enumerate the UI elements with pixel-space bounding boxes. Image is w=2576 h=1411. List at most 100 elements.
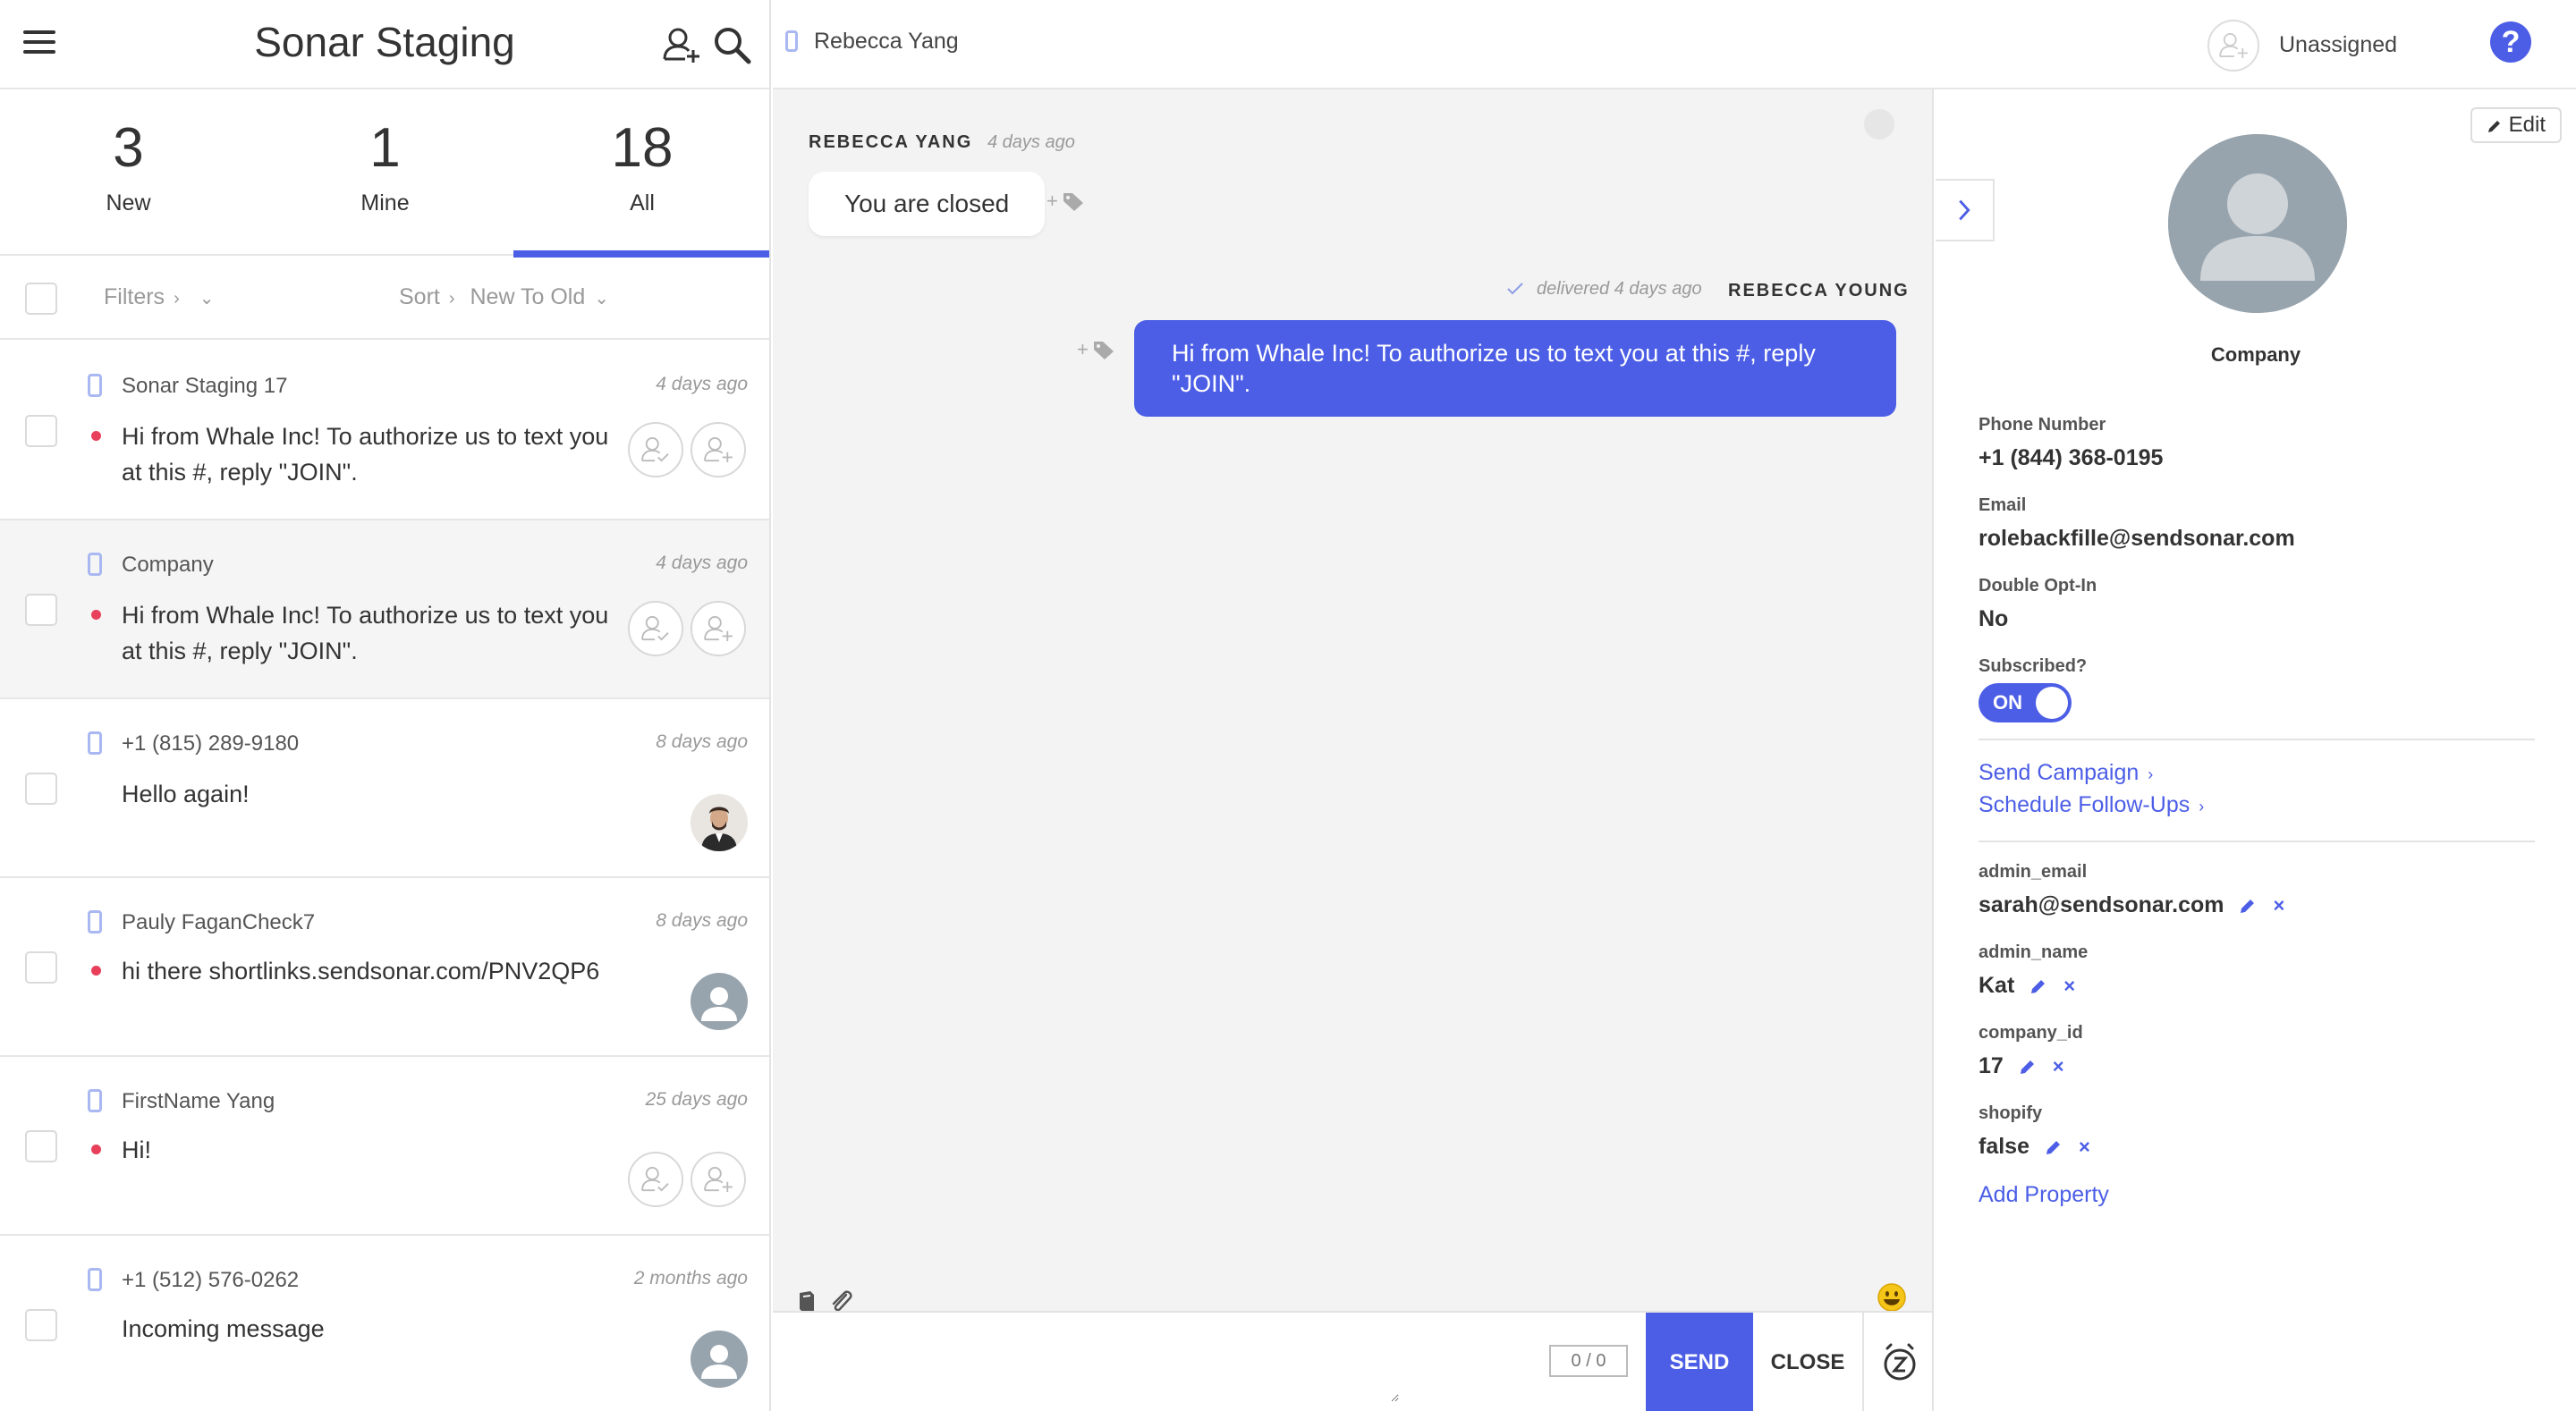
- assign-user-icon[interactable]: [691, 422, 746, 477]
- assign-to-me-icon[interactable]: [628, 422, 683, 477]
- conversation-name: +1 (512) 576-0262: [122, 1268, 300, 1292]
- subscribed-label: Subscribed?: [1979, 656, 2088, 676]
- conversation-preview: Hello again!: [122, 781, 250, 807]
- edit-pencil-icon[interactable]: [2045, 1138, 2063, 1156]
- send-campaign-link[interactable]: Send Campaign ›: [1979, 760, 2153, 786]
- tab-all-label: All: [630, 190, 655, 215]
- conversation-name: Pauly FaganCheck7: [122, 910, 316, 934]
- incoming-time: 4 days ago: [987, 132, 1075, 152]
- add-tag-plus: +: [1046, 190, 1058, 212]
- chevron-right-icon[interactable]: [1936, 179, 1995, 241]
- conversation-name: Company: [122, 553, 214, 577]
- sidebar-header: Sonar Staging: [0, 0, 769, 89]
- delete-x-icon[interactable]: ×: [2079, 1136, 2090, 1159]
- delete-x-icon[interactable]: ×: [2063, 975, 2075, 998]
- tab-all[interactable]: 18 All: [513, 89, 769, 258]
- add-tag-button[interactable]: +: [1077, 338, 1115, 361]
- help-button[interactable]: ?: [2490, 21, 2531, 63]
- conversation-preview: Hi from Whale Inc! To authorize us to te…: [122, 423, 609, 486]
- contact-header: Rebecca Yang: [785, 29, 959, 55]
- app-title: Sonar Staging: [254, 19, 515, 65]
- property-row: sarah@sendsonar.com ×: [1979, 892, 2284, 918]
- default-avatar-icon: [691, 1331, 748, 1388]
- unread-indicator: [91, 610, 101, 620]
- outgoing-sender: REBECCA YOUNG: [1728, 281, 1910, 300]
- row-checkbox[interactable]: [25, 1130, 57, 1162]
- property-row: Kat ×: [1979, 973, 2075, 999]
- conversation-name: FirstName Yang: [122, 1089, 275, 1113]
- assign-to-me-icon[interactable]: [628, 1152, 683, 1207]
- add-tag-button[interactable]: +: [1046, 190, 1085, 213]
- chat-thread: REBECCA YANG 4 days ago You are closed +…: [773, 89, 1932, 1411]
- list-item[interactable]: Pauly FaganCheck7 8 days ago hi there sh…: [0, 878, 769, 1057]
- edit-pencil-icon[interactable]: [2239, 897, 2257, 915]
- conversation-preview: Hi!: [122, 1136, 151, 1163]
- conversation-time: 4 days ago: [656, 374, 748, 394]
- menu-icon[interactable]: [23, 30, 55, 57]
- conversation-time: 2 months ago: [633, 1268, 748, 1288]
- conversation-header: Rebecca Yang Unassigned ?: [773, 0, 2576, 89]
- sort-dropdown[interactable]: Sort › New To Old ⌄: [399, 284, 609, 310]
- contact-company: Company: [2210, 343, 2301, 366]
- row-checkbox[interactable]: [25, 415, 57, 447]
- phone-icon: [88, 731, 102, 755]
- conversation-sidebar: Sonar Staging 3 New 1 Mine 18 All Filter…: [0, 0, 771, 1411]
- property-key: admin_email: [1979, 862, 2088, 882]
- row-checkbox[interactable]: [25, 951, 57, 984]
- send-button[interactable]: SEND: [1646, 1313, 1753, 1411]
- tab-mine[interactable]: 1 Mine: [257, 89, 513, 256]
- delete-x-icon[interactable]: ×: [2053, 1055, 2064, 1078]
- property-value: 17: [1979, 1053, 2004, 1078]
- chevron-right-icon: ›: [2199, 798, 2205, 815]
- filters-dropdown[interactable]: Filters › ⌄: [104, 284, 215, 310]
- chevron-down-icon: ⌄: [594, 289, 610, 308]
- send-campaign-label: Send Campaign: [1979, 760, 2140, 785]
- tab-new[interactable]: 3 New: [0, 89, 257, 256]
- list-item[interactable]: +1 (815) 289-9180 8 days ago Hello again…: [0, 699, 769, 878]
- chevron-right-icon: ›: [448, 289, 455, 308]
- edit-pencil-icon[interactable]: [2019, 1058, 2037, 1076]
- chevron-right-icon: ›: [174, 289, 180, 308]
- assignee-avatar-icon[interactable]: [2207, 20, 2259, 72]
- assign-user-icon[interactable]: [691, 1152, 746, 1207]
- snooze-alarm-icon[interactable]: [1864, 1313, 1932, 1411]
- sort-value: New To Old: [470, 284, 586, 309]
- phone-icon: [88, 374, 102, 397]
- property-key: shopify: [1979, 1103, 2043, 1123]
- conversation-list: Sonar Staging 17 4 days ago Hi from Whal…: [0, 342, 769, 1411]
- list-item[interactable]: FirstName Yang 25 days ago Hi!: [0, 1057, 769, 1236]
- list-item[interactable]: Sonar Staging 17 4 days ago Hi from Whal…: [0, 342, 769, 520]
- add-property-link[interactable]: Add Property: [1979, 1182, 2109, 1208]
- row-checkbox[interactable]: [25, 773, 57, 805]
- conversation-name: Sonar Staging 17: [122, 374, 288, 398]
- tag-icon: [1093, 342, 1114, 360]
- message-input[interactable]: [791, 1322, 1399, 1402]
- delete-x-icon[interactable]: ×: [2273, 894, 2284, 917]
- edit-pencil-icon[interactable]: [2029, 977, 2047, 995]
- assign-to-me-icon[interactable]: [628, 601, 683, 656]
- scroll-indicator[interactable]: [1864, 109, 1894, 139]
- incoming-sender: REBECCA YANG: [809, 132, 973, 152]
- conversation-preview: Hi from Whale Inc! To authorize us to te…: [122, 602, 609, 664]
- list-item[interactable]: +1 (512) 576-0262 2 months ago Incoming …: [0, 1236, 769, 1411]
- select-all-checkbox[interactable]: [25, 283, 57, 315]
- subscribed-toggle[interactable]: ON: [1979, 683, 2072, 722]
- row-checkbox[interactable]: [25, 1309, 57, 1341]
- list-item[interactable]: Company 4 days ago Hi from Whale Inc! To…: [0, 520, 769, 699]
- edit-contact-button[interactable]: Edit: [2470, 107, 2562, 143]
- add-contact-icon[interactable]: [660, 23, 703, 66]
- filter-bar: Filters › ⌄ Sort › New To Old ⌄: [0, 258, 769, 340]
- tab-new-label: New: [106, 190, 151, 215]
- search-icon[interactable]: [710, 23, 753, 66]
- assign-user-icon[interactable]: [691, 601, 746, 656]
- mine-count: 1: [369, 117, 401, 179]
- assignee-label[interactable]: Unassigned: [2279, 32, 2397, 58]
- all-count: 18: [611, 117, 674, 179]
- schedule-followups-link[interactable]: Schedule Follow-Ups ›: [1979, 792, 2204, 818]
- close-conversation-button[interactable]: CLOSE: [1753, 1313, 1864, 1411]
- delivered-check-icon: [1507, 283, 1523, 295]
- row-checkbox[interactable]: [25, 594, 57, 626]
- emoji-icon[interactable]: [1877, 1282, 1907, 1313]
- chevron-down-icon: ⌄: [199, 289, 215, 308]
- conversation-time: 25 days ago: [645, 1089, 748, 1110]
